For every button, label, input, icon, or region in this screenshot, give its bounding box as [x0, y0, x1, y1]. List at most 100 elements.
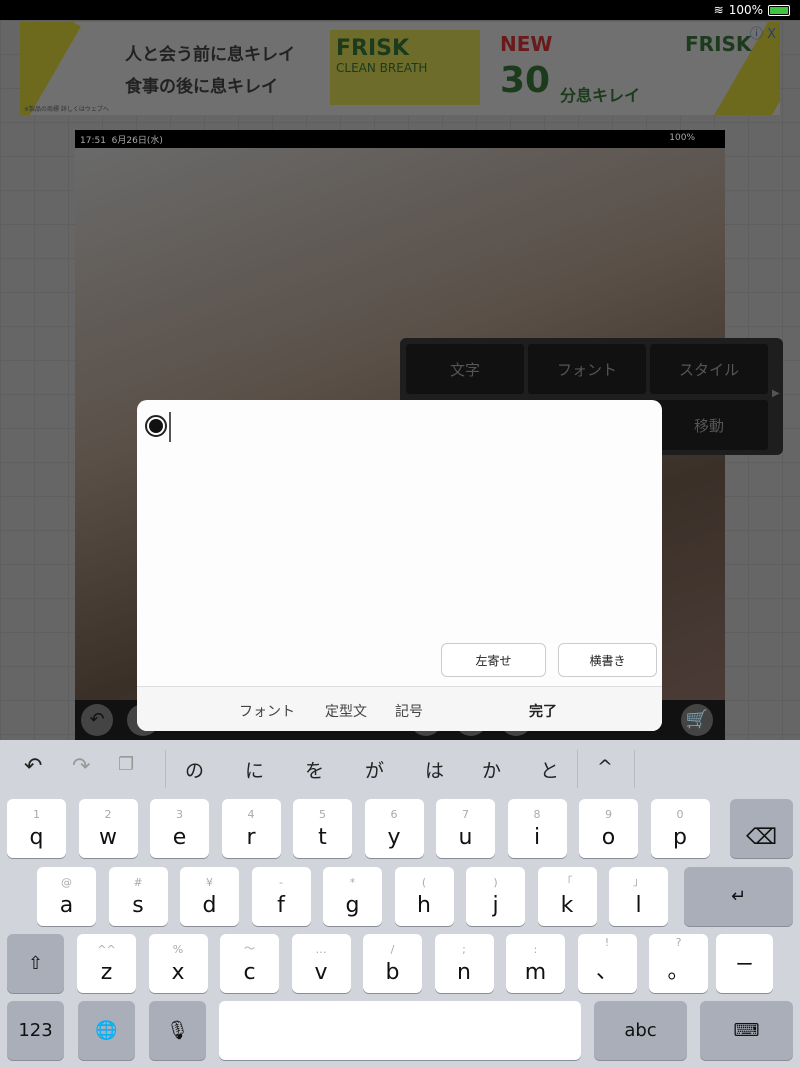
- done-button[interactable]: 完了: [529, 701, 557, 721]
- key-c[interactable]: 〜 c: [220, 934, 279, 993]
- dash-key[interactable]: ー: [716, 934, 773, 993]
- key-label: u: [458, 825, 473, 850]
- key-m[interactable]: :m: [506, 934, 565, 993]
- horizontal-writing-button[interactable]: 横書き: [558, 643, 657, 677]
- key-i[interactable]: 8i: [507, 799, 567, 858]
- ad-brand-logo: FRISK: [685, 32, 752, 56]
- suggestion-candidate[interactable]: を: [305, 756, 324, 783]
- menu-style[interactable]: スタイル: [650, 344, 768, 394]
- key-f[interactable]: -f: [251, 867, 311, 926]
- key-s[interactable]: # s: [108, 867, 168, 926]
- key-y[interactable]: 6y: [364, 799, 424, 858]
- key-k[interactable]: 「k: [537, 867, 597, 926]
- microphone-icon: 🎙: [166, 1020, 189, 1041]
- key-p[interactable]: 0p: [650, 799, 710, 858]
- ad-line-2: 食事の後に息キレイ: [125, 77, 278, 97]
- font-button[interactable]: フォント: [239, 701, 295, 721]
- key-a[interactable]: @ a: [37, 867, 96, 926]
- text-input-caret[interactable]: [169, 412, 171, 442]
- status-bar: ≋ 100%: [0, 0, 800, 20]
- key-label: x: [171, 960, 185, 985]
- key-u[interactable]: 7u: [436, 799, 495, 858]
- key-d[interactable]: ¥ d: [180, 867, 239, 926]
- key-label: j: [492, 893, 499, 918]
- key-secondary-label: 7: [462, 808, 469, 821]
- align-left-button[interactable]: 左寄せ: [441, 643, 546, 677]
- key-e[interactable]: 3e: [150, 799, 209, 858]
- key-label: e: [172, 825, 187, 850]
- paste-icon[interactable]: ❐: [118, 754, 134, 775]
- key-secondary-label: 「: [561, 875, 573, 888]
- key-secondary-label: (: [421, 876, 427, 889]
- globe-key[interactable]: 🌐: [78, 1001, 135, 1060]
- key-x[interactable]: % x: [148, 934, 208, 993]
- key-secondary-label: 1: [33, 808, 40, 821]
- cart-icon[interactable]: 🛒: [681, 704, 713, 736]
- ad-new-label: NEW: [500, 32, 553, 56]
- suggestion-candidate[interactable]: が: [365, 756, 384, 783]
- key-label: t: [318, 825, 327, 850]
- key-secondary-label: 8: [533, 808, 541, 821]
- suggestion-candidate[interactable]: の: [185, 756, 204, 783]
- redo-icon[interactable]: ↷: [72, 754, 90, 779]
- key-label: v: [314, 960, 328, 985]
- key-g[interactable]: * g: [323, 867, 382, 926]
- suggestion-candidate[interactable]: に: [245, 756, 264, 783]
- key-o[interactable]: 9o: [579, 799, 638, 858]
- key-、[interactable]: !、: [577, 934, 637, 993]
- back-icon[interactable]: ↶: [81, 704, 113, 736]
- numbers-key[interactable]: 123: [7, 1001, 64, 1060]
- key-q[interactable]: 1q: [7, 799, 66, 858]
- bullet-icon: [145, 415, 167, 437]
- key-z[interactable]: ^^ z: [77, 934, 136, 993]
- symbol-button[interactable]: 記号: [395, 701, 423, 721]
- key-secondary-label: /: [390, 943, 395, 956]
- menu-text[interactable]: 文字: [406, 344, 524, 394]
- delete-key[interactable]: ⌫: [730, 799, 793, 858]
- inner-status-bar: 17:51 6月26日(水) 100%: [75, 130, 725, 148]
- key-r[interactable]: 4r: [221, 799, 281, 858]
- dismiss-keyboard-key[interactable]: ⌨: [700, 1001, 793, 1060]
- key-secondary-label: :: [533, 943, 538, 956]
- key-secondary-label: @: [61, 876, 72, 889]
- dictation-key[interactable]: 🎙: [149, 1001, 206, 1060]
- undo-icon[interactable]: ↶: [24, 754, 42, 779]
- key-。[interactable]: ?。: [649, 934, 708, 993]
- key-n[interactable]: ; n: [434, 934, 494, 993]
- key-secondary-label: 3: [176, 808, 183, 821]
- template-text-button[interactable]: 定型文: [325, 701, 367, 721]
- key-w[interactable]: 2w: [78, 799, 138, 858]
- key-secondary-label: %: [172, 943, 184, 956]
- ad-note: ※製品の商標 詳しくはウェブへ: [24, 106, 109, 113]
- ad-close-button[interactable]: ⓘ X: [750, 23, 776, 42]
- shift-key[interactable]: ⇧: [7, 934, 64, 993]
- suggestion-candidate[interactable]: か: [482, 756, 501, 783]
- key-label: a: [59, 893, 74, 918]
- key-label: b: [385, 960, 400, 985]
- return-key[interactable]: ↵: [684, 867, 793, 926]
- key-h[interactable]: (h: [394, 867, 454, 926]
- key-label: l: [635, 893, 642, 918]
- key-secondary-label: 」: [633, 875, 644, 888]
- key-label: f: [277, 893, 285, 918]
- key-v[interactable]: … v: [291, 934, 351, 993]
- suggestion-candidate[interactable]: は: [425, 756, 444, 783]
- menu-move[interactable]: 移動: [650, 400, 768, 450]
- ad-banner[interactable]: 人と会う前に息キレイ 食事の後に息キレイ FRISK CLEAN BREATH N…: [20, 22, 780, 115]
- key-label: w: [99, 825, 117, 850]
- abc-key[interactable]: abc: [594, 1001, 687, 1060]
- key-label: c: [243, 960, 256, 985]
- suggestion-candidate[interactable]: と: [540, 756, 559, 783]
- menu-font[interactable]: フォント: [528, 344, 646, 394]
- key-b[interactable]: / b: [363, 934, 422, 993]
- key-secondary-label: ): [493, 876, 498, 889]
- key-label: z: [100, 960, 113, 985]
- key-secondary-label: …: [315, 943, 327, 956]
- key-j[interactable]: ) j: [466, 867, 525, 926]
- key-label: y: [387, 825, 401, 850]
- key-t[interactable]: 5t: [293, 799, 352, 858]
- key-l[interactable]: 」 l: [609, 867, 668, 926]
- expand-candidates-button[interactable]: ^: [597, 756, 613, 778]
- space-key[interactable]: [219, 1001, 581, 1060]
- chevron-right-icon[interactable]: ▶: [772, 388, 780, 399]
